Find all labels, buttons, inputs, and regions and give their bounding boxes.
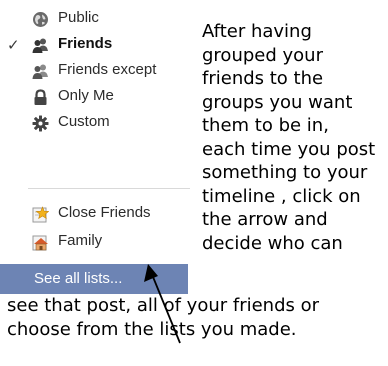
friends-except-icon bbox=[32, 64, 48, 79]
menu-item-close-friends[interactable]: Close Friends bbox=[0, 202, 190, 228]
see-all-lists-item[interactable]: See all lists... bbox=[0, 264, 188, 294]
menu-item-label: Close Friends bbox=[58, 204, 151, 221]
friends-icon bbox=[32, 38, 48, 53]
menu-item-public[interactable]: Public bbox=[0, 7, 190, 33]
instruction-line: them to be in, bbox=[202, 115, 329, 136]
instruction-text: After having grouped your friends to the… bbox=[202, 20, 375, 255]
instruction-line: decide who can bbox=[202, 232, 343, 254]
instruction-line: the arrow and bbox=[202, 209, 328, 230]
instruction-line: each time you post bbox=[202, 138, 376, 160]
globe-icon bbox=[33, 12, 48, 27]
menu-item-label: Family bbox=[58, 232, 103, 249]
menu-item-friends-except[interactable]: Friends except bbox=[0, 59, 190, 85]
instruction-line: friends to the bbox=[202, 68, 324, 89]
instruction-line: After having bbox=[202, 21, 312, 42]
menu-item-only-me[interactable]: Only Me bbox=[0, 85, 190, 111]
menu-item-label: Friends except bbox=[58, 61, 157, 78]
see-all-lists-label: See all lists... bbox=[34, 270, 123, 287]
menu-item-friends[interactable]: ✓ Friends bbox=[0, 33, 190, 59]
instruction-line: groups you want bbox=[202, 91, 353, 113]
gear-icon bbox=[32, 115, 49, 132]
menu-item-label: Public bbox=[58, 9, 99, 26]
house-icon bbox=[32, 235, 48, 251]
menu-item-label: Custom bbox=[58, 113, 110, 130]
menu-item-label: Only Me bbox=[58, 87, 114, 104]
instruction-line: timeline , click on bbox=[202, 185, 361, 207]
lock-icon bbox=[34, 89, 47, 105]
instruction-line: see that post, all of your friends or bbox=[7, 295, 320, 316]
check-icon: ✓ bbox=[7, 36, 20, 54]
instruction-text-bottom: see that post, all of your friends or ch… bbox=[7, 294, 319, 341]
star-list-icon bbox=[32, 206, 49, 223]
menu-item-family[interactable]: Family bbox=[0, 230, 190, 256]
instruction-line: grouped your bbox=[202, 44, 323, 66]
instruction-line: something to your bbox=[202, 162, 368, 183]
menu-separator bbox=[28, 188, 190, 189]
menu-item-custom[interactable]: Custom bbox=[0, 111, 190, 137]
instruction-line: choose from the lists you made. bbox=[7, 318, 297, 340]
menu-item-label: Friends bbox=[58, 35, 113, 52]
